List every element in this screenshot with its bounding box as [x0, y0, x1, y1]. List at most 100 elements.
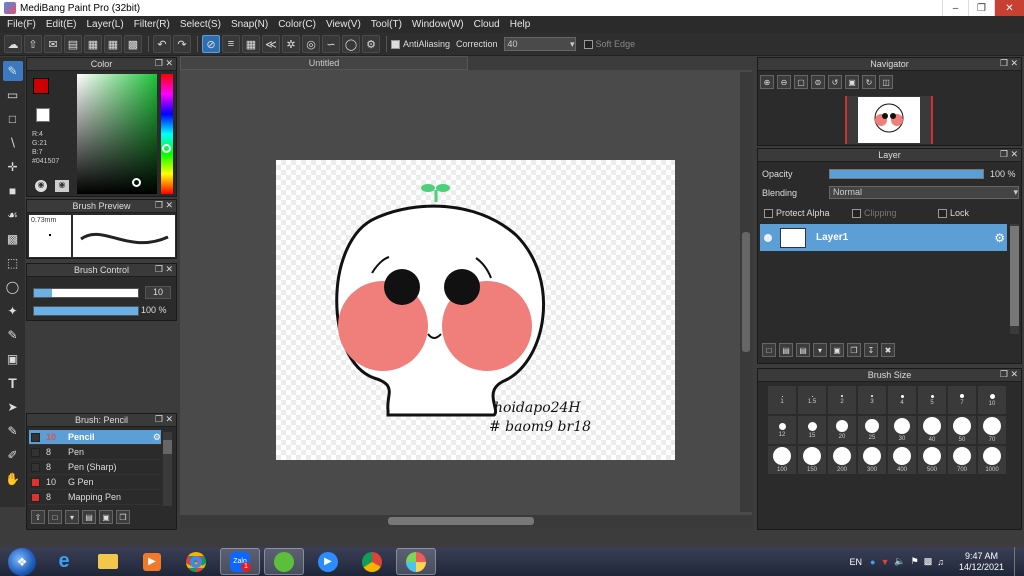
brush-size-cell[interactable]: 70	[978, 416, 1006, 444]
menu-window[interactable]: Window(W)	[407, 19, 469, 30]
volume-mute-icon[interactable]: ♫	[937, 557, 944, 567]
brush-size-cell[interactable]: 25	[858, 416, 886, 444]
rotate-left-icon[interactable]: ↺	[828, 75, 842, 89]
layer-row[interactable]: Layer1 ⚙	[760, 224, 1007, 251]
grid-icon[interactable]: ▦	[104, 35, 122, 53]
add-brush-icon[interactable]: ⇧	[31, 510, 45, 524]
brush-size-cell[interactable]: 15	[798, 416, 826, 444]
brush-size-cell[interactable]: 1	[768, 386, 796, 414]
rotate-right-icon[interactable]: ↻	[862, 75, 876, 89]
internet-explorer-icon[interactable]: e	[44, 548, 84, 575]
new-brush-icon[interactable]: □	[48, 510, 62, 524]
language-indicator[interactable]: EN	[850, 557, 863, 567]
layer-scrollbar[interactable]	[1010, 224, 1019, 334]
canvas-vertical-scrollbar[interactable]	[740, 72, 752, 512]
add-menu-icon[interactable]: ▾	[65, 510, 79, 524]
circle-snap-icon[interactable]: ◎	[302, 35, 320, 53]
transparent-swatch[interactable]	[36, 108, 50, 122]
zoom-in-icon[interactable]: ⊕	[760, 75, 774, 89]
green-app-icon[interactable]	[264, 548, 304, 575]
media-player-icon[interactable]: ▶	[132, 548, 172, 575]
hue-slider[interactable]	[161, 74, 173, 194]
menu-cloud[interactable]: Cloud	[469, 19, 505, 30]
brush-doc-icon[interactable]: ▤	[82, 510, 96, 524]
trash-icon[interactable]: ✖	[881, 343, 895, 357]
gear-icon[interactable]: ⚙	[994, 231, 1005, 245]
bucket-tool-icon[interactable]: ☙	[3, 205, 23, 225]
panel-close-icon[interactable]: ❐ ✕	[1000, 149, 1018, 160]
merge-layer-icon[interactable]: ↧	[864, 343, 878, 357]
select-pen-tool-icon[interactable]: ✎	[3, 325, 23, 345]
lasso-tool-icon[interactable]: ◯	[3, 277, 23, 297]
brush-item-g-pen[interactable]: 10 G Pen	[29, 475, 161, 490]
color-settings-icon[interactable]: ◉	[55, 180, 69, 192]
brush-size-cell[interactable]: 400	[888, 446, 916, 474]
saturation-value-picker[interactable]	[77, 74, 157, 194]
full-screen-icon[interactable]: ▣	[845, 75, 859, 89]
select-rect-tool-icon[interactable]: ⬚	[3, 253, 23, 273]
menu-snap[interactable]: Snap(N)	[226, 19, 273, 30]
blending-select[interactable]: Normal ▾	[829, 186, 1019, 199]
zoom-meeting-icon[interactable]: ▶	[308, 548, 348, 575]
gear-icon[interactable]: ⚙	[153, 432, 161, 443]
correction-select[interactable]: 40 ▾	[503, 37, 576, 51]
network-icon[interactable]: ▩	[924, 556, 933, 567]
chrome-icon[interactable]	[176, 548, 216, 575]
panel-close-icon[interactable]: ❐ ✕	[1000, 369, 1018, 380]
page-icon[interactable]: ▦	[84, 35, 102, 53]
layer-visibility-icon[interactable]	[764, 233, 772, 242]
show-desktop-button[interactable]	[1014, 547, 1024, 576]
file-explorer-icon[interactable]	[88, 548, 128, 575]
antialias-checkbox[interactable]: AntiAliasing	[391, 39, 450, 49]
copy-icon[interactable]: ❐	[116, 510, 130, 524]
lock-checkbox[interactable]: Lock	[938, 208, 969, 218]
menu-help[interactable]: Help	[505, 19, 536, 30]
panel-close-icon[interactable]: ❐ ✕	[155, 264, 173, 275]
hue-cursor[interactable]	[162, 144, 171, 153]
menu-select[interactable]: Select(S)	[175, 19, 226, 30]
document-tab[interactable]: Untitled	[180, 56, 468, 70]
folder-icon[interactable]: ▣	[99, 510, 113, 524]
brush-size-cell[interactable]: 5	[918, 386, 946, 414]
brush-item-pen-sharp[interactable]: 8 Pen (Sharp)	[29, 460, 161, 475]
cloud-icon[interactable]: ☁	[4, 35, 22, 53]
vivaldi-tray-icon[interactable]: ▼	[880, 557, 889, 567]
fit-icon[interactable]: ▢	[794, 75, 808, 89]
brush-size-cell[interactable]: 4	[888, 386, 916, 414]
zoom-out-icon[interactable]: ⊖	[777, 75, 791, 89]
menu-color[interactable]: Color(C)	[273, 19, 321, 30]
new-8bit-layer-icon[interactable]: ▤	[796, 343, 810, 357]
panel-close-icon[interactable]: ❐ ✕	[155, 414, 173, 425]
magic-wand-tool-icon[interactable]: ✦	[3, 301, 23, 321]
menu-edit[interactable]: Edit(E)	[41, 19, 82, 30]
tiles-icon[interactable]: ▩	[124, 35, 142, 53]
curve-snap-icon[interactable]: ∽	[322, 35, 340, 53]
flag-icon[interactable]: ⚑	[911, 556, 919, 567]
select-eraser-tool-icon[interactable]: ▣	[3, 349, 23, 369]
clock[interactable]: 9:47 AM 14/12/2021	[959, 551, 1004, 573]
panel-close-icon[interactable]: ❐ ✕	[1000, 58, 1018, 69]
volume-icon[interactable]: 🔈	[894, 556, 905, 567]
brush-item-pen[interactable]: 8 Pen	[29, 445, 161, 460]
brush-size-cell[interactable]: 3	[858, 386, 886, 414]
menu-layer[interactable]: Layer(L)	[81, 19, 128, 30]
hand-tool-icon[interactable]: ✋	[3, 469, 23, 489]
redo-icon[interactable]: ↷	[173, 35, 191, 53]
maximize-button[interactable]: ❐	[968, 0, 994, 16]
operation-tool-icon[interactable]: ➤	[3, 397, 23, 417]
medibang-icon[interactable]	[396, 548, 436, 575]
brush-opacity-slider[interactable]	[33, 306, 139, 316]
add-layer-menu-icon[interactable]: ▾	[813, 343, 827, 357]
close-button[interactable]: ✕	[994, 0, 1024, 16]
brush-item-pencil[interactable]: 10 Pencil ⚙	[29, 430, 161, 445]
vanish-snap-icon[interactable]: ≪	[262, 35, 280, 53]
navigator-viewport[interactable]	[845, 96, 933, 144]
protect-alpha-checkbox[interactable]: Protect Alpha	[764, 208, 830, 218]
flip-icon[interactable]: ◫	[879, 75, 893, 89]
menu-view[interactable]: View(V)	[321, 19, 366, 30]
brush-size-slider[interactable]	[33, 288, 139, 298]
gradient-tool-icon[interactable]: ▩	[3, 229, 23, 249]
fill-rect-tool-icon[interactable]: ■	[3, 181, 23, 201]
layer-opacity-slider[interactable]	[829, 169, 984, 179]
foreground-color-swatch[interactable]	[33, 78, 49, 94]
